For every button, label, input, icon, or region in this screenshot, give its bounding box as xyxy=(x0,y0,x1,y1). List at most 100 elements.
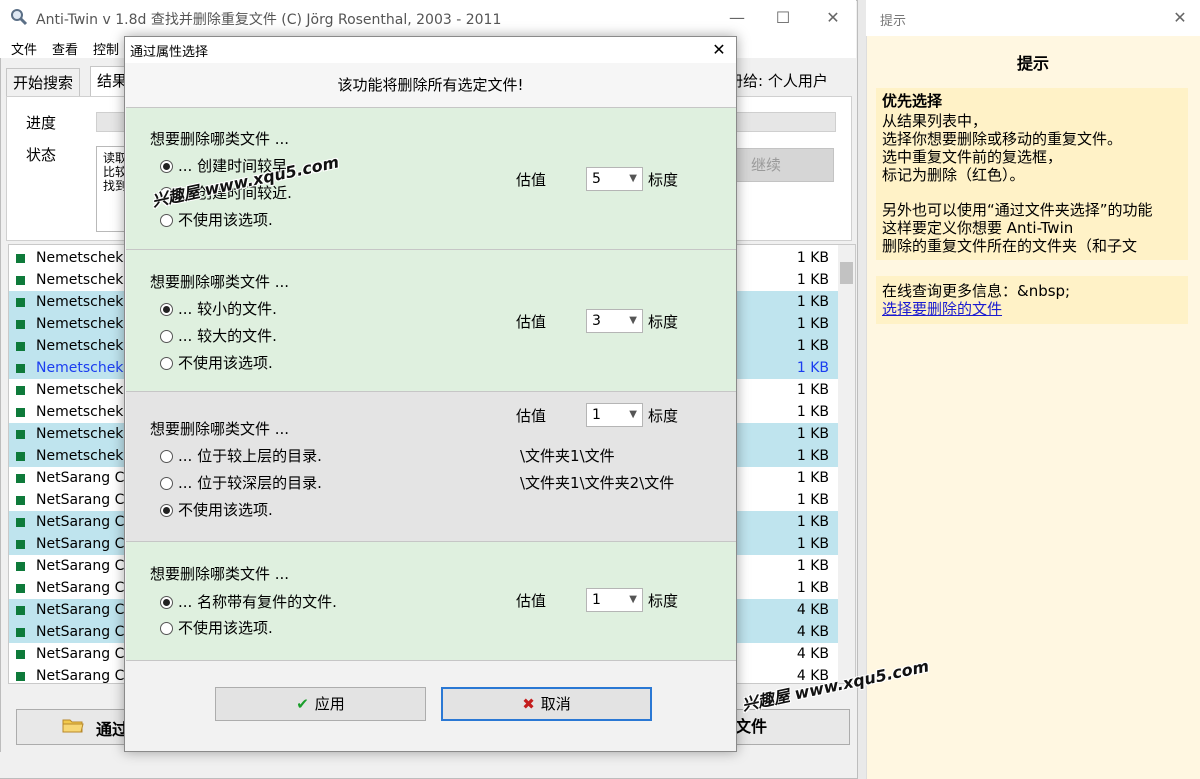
file-name: Nemetschek xyxy=(36,250,124,266)
file-size: 1 KB xyxy=(796,536,829,552)
file-name: NetSarang C xyxy=(36,580,125,596)
tips-subheading: 优先选择 xyxy=(882,92,943,110)
file-size: 1 KB xyxy=(796,514,829,530)
option-deeper-dir[interactable]: ... 位于较深层的目录. xyxy=(160,472,322,493)
option-none[interactable]: 不使用该选项. xyxy=(160,209,273,230)
file-square-icon xyxy=(16,342,25,351)
radio-button[interactable] xyxy=(160,504,173,517)
registered-to-label: 册给: 个人用户 xyxy=(728,72,828,90)
menu-view[interactable]: 查看 xyxy=(52,39,78,58)
file-size: 1 KB xyxy=(796,426,829,442)
select-files-to-delete-link[interactable]: 选择要删除的文件 xyxy=(882,300,1002,318)
weight-select[interactable]: 1 ▼ xyxy=(586,588,643,612)
tips-line: 选中重复文件前的复选框， xyxy=(882,148,1063,166)
example-path-deeper: \文件夹1\文件夹2\文件 xyxy=(520,474,675,492)
checkmark-icon: ✔ xyxy=(296,695,309,713)
file-square-icon xyxy=(16,628,25,637)
weight-label: 估值 xyxy=(516,313,547,331)
criterion-question: 想要删除哪类文件 ... xyxy=(150,420,290,438)
weight-select[interactable]: 5 ▼ xyxy=(586,167,643,191)
tips-line: 从结果列表中， xyxy=(882,112,988,130)
file-name: Nemetschek xyxy=(36,294,124,310)
file-list-scrollbar[interactable] xyxy=(838,245,855,683)
dialog-close-button[interactable]: ✕ xyxy=(702,37,736,63)
file-size: 1 KB xyxy=(796,470,829,486)
file-square-icon xyxy=(16,254,25,263)
close-button[interactable]: ✕ xyxy=(810,0,856,36)
radio-button[interactable] xyxy=(160,357,173,370)
cancel-label: 取消 xyxy=(540,695,571,713)
radio-button[interactable] xyxy=(160,450,173,463)
section-divider xyxy=(126,107,736,108)
file-name: NetSarang C xyxy=(36,602,125,618)
file-name: NetSarang C xyxy=(36,536,125,552)
apply-label: 应用 xyxy=(314,695,345,713)
chevron-down-icon: ▼ xyxy=(629,315,637,326)
radio-button[interactable] xyxy=(160,477,173,490)
file-size: 1 KB xyxy=(796,580,829,596)
scale-label: 标度 xyxy=(648,171,679,189)
file-size: 1 KB xyxy=(796,316,829,332)
radio-button[interactable] xyxy=(160,214,173,227)
file-size: 1 KB xyxy=(796,272,829,288)
radio-button[interactable] xyxy=(160,303,173,316)
file-square-icon xyxy=(16,408,25,417)
file-square-icon xyxy=(16,650,25,659)
section-divider xyxy=(126,541,736,542)
file-name: NetSarang C xyxy=(36,514,125,530)
weight-select[interactable]: 1 ▼ xyxy=(586,403,643,427)
option-upper-dir[interactable]: ... 位于较上层的目录. xyxy=(160,445,322,466)
option-label: ... 位于较上层的目录. xyxy=(178,447,322,465)
progress-label: 进度 xyxy=(26,114,57,132)
option-smaller[interactable]: ... 较小的文件. xyxy=(160,298,277,319)
option-label: 不使用该选项. xyxy=(178,619,273,637)
tab-start-search[interactable]: 开始搜索 xyxy=(6,68,81,96)
menu-control[interactable]: 控制 xyxy=(93,39,119,58)
maximize-button[interactable]: ☐ xyxy=(760,0,806,36)
scale-label: 标度 xyxy=(648,592,679,610)
option-larger[interactable]: ... 较大的文件. xyxy=(160,325,277,346)
file-square-icon xyxy=(16,386,25,395)
file-name: NetSarang C xyxy=(36,646,125,662)
dialog-warning-header: 该功能将删除所有选定文件! xyxy=(125,63,736,107)
file-size: 1 KB xyxy=(796,360,829,376)
file-name: Nemetschek xyxy=(36,316,124,332)
file-name: Nemetschek xyxy=(36,426,124,442)
radio-button[interactable] xyxy=(160,160,173,173)
file-size: 1 KB xyxy=(796,404,829,420)
option-label: 不使用该选项. xyxy=(178,501,273,519)
dialog-titlebar xyxy=(125,37,736,63)
apply-button[interactable]: ✔ 应用 xyxy=(215,687,426,721)
file-square-icon xyxy=(16,518,25,527)
file-square-icon xyxy=(16,540,25,549)
option-copy-name[interactable]: ... 名称带有复件的文件. xyxy=(160,591,337,612)
main-window-title: Anti-Twin v 1.8d 查找并删除重复文件 (C) Jörg Rose… xyxy=(36,12,502,28)
option-none[interactable]: 不使用该选项. xyxy=(160,499,273,520)
radio-button[interactable] xyxy=(160,596,173,609)
criterion-question: 想要删除哪类文件 ... xyxy=(150,273,290,291)
radio-button[interactable] xyxy=(160,622,173,635)
file-size: 1 KB xyxy=(796,294,829,310)
minimize-button[interactable]: — xyxy=(714,0,760,36)
status-bar xyxy=(0,752,856,778)
weight-select[interactable]: 3 ▼ xyxy=(586,309,643,333)
tips-line: 删除的重复文件所在的文件夹（和子文 xyxy=(882,237,1138,255)
file-square-icon xyxy=(16,496,25,505)
scrollbar-thumb[interactable] xyxy=(840,262,853,284)
file-square-icon xyxy=(16,606,25,615)
file-square-icon xyxy=(16,320,25,329)
cancel-button[interactable]: ✖ 取消 xyxy=(441,687,652,721)
file-name: Nemetschek xyxy=(36,448,124,464)
radio-button[interactable] xyxy=(160,330,173,343)
file-name: Nemetschek xyxy=(36,382,124,398)
tips-close-button[interactable]: ✕ xyxy=(1160,0,1200,36)
menu-file[interactable]: 文件 xyxy=(11,39,37,58)
file-size: 1 KB xyxy=(796,448,829,464)
option-none[interactable]: 不使用该选项. xyxy=(160,617,273,638)
dialog-title: 通过属性选择 xyxy=(130,45,209,60)
file-name: NetSarang C xyxy=(36,558,125,574)
option-none[interactable]: 不使用该选项. xyxy=(160,352,273,373)
option-label: ... 名称带有复件的文件. xyxy=(178,593,337,611)
chevron-down-icon: ▼ xyxy=(629,173,637,184)
section-divider xyxy=(126,249,736,250)
